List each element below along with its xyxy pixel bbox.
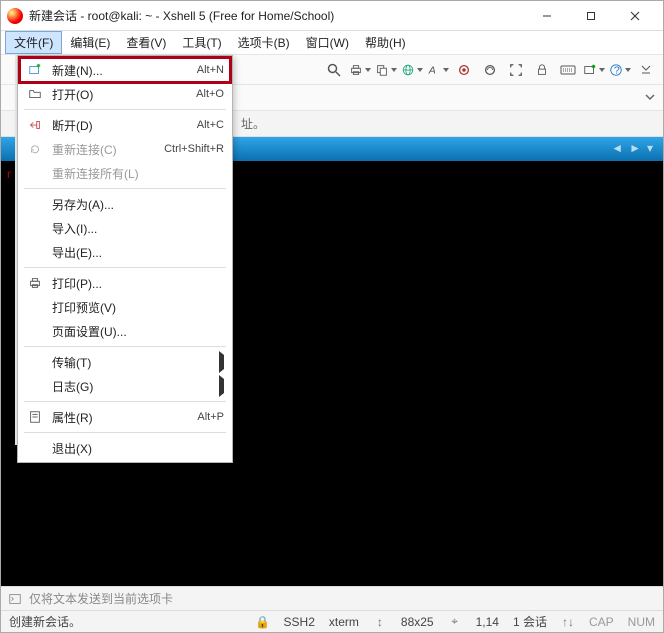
titlebar: 新建会话 - root@kali: ~ - Xshell 5 (Free for… <box>1 1 663 31</box>
font-icon[interactable]: A <box>427 59 449 81</box>
coffee-icon[interactable] <box>453 59 475 81</box>
svg-text:A: A <box>428 64 436 76</box>
resize-icon: ↕ <box>373 615 387 629</box>
properties-icon <box>26 408 44 426</box>
eye-icon[interactable] <box>479 59 501 81</box>
app-icon <box>7 8 23 24</box>
menubar: 文件(F) 编辑(E) 查看(V) 工具(T) 选项卡(B) 窗口(W) 帮助(… <box>1 31 663 55</box>
terminal-prompt: r <box>7 167 11 181</box>
status-rowcols: 88x25 <box>401 615 434 629</box>
menu-item-reconnect: 重新连接(C) Ctrl+Shift+R <box>20 137 230 161</box>
cursor-icon: ⌖ <box>448 615 462 629</box>
menu-item-log[interactable]: 日志(G) <box>20 374 230 398</box>
tab-nav-arrows[interactable]: ◄ ► ▾ <box>611 141 653 155</box>
menu-item-disconnect[interactable]: 断开(D) Alt+C <box>20 113 230 137</box>
print-icon[interactable] <box>349 59 371 81</box>
status-num: NUM <box>628 615 655 629</box>
submenu-arrow-icon <box>219 355 224 369</box>
menu-item-import[interactable]: 导入(I)... <box>20 216 230 240</box>
status-sessions: 1 会话 <box>513 613 547 630</box>
tab-prev-icon[interactable]: ◄ <box>611 141 623 155</box>
command-placeholder: 仅将文本发送到当前选项卡 <box>29 590 173 607</box>
menu-item-properties[interactable]: 属性(R) Alt+P <box>20 405 230 429</box>
tab-menu-icon[interactable]: ▾ <box>647 141 653 155</box>
newsession-icon <box>26 61 44 79</box>
globe-icon[interactable] <box>401 59 423 81</box>
menu-item-open[interactable]: 打开(O) Alt+O <box>20 82 230 106</box>
reconnect-icon <box>26 140 44 158</box>
menu-edit[interactable]: 编辑(E) <box>62 31 118 54</box>
fullscreen-icon[interactable] <box>505 59 527 81</box>
menu-file[interactable]: 文件(F) <box>5 31 62 54</box>
menu-item-transfer[interactable]: 传输(T) <box>20 350 230 374</box>
print-icon <box>26 274 44 292</box>
menu-item-export[interactable]: 导出(E)... <box>20 240 230 264</box>
command-bar[interactable]: 仅将文本发送到当前选项卡 <box>1 586 663 610</box>
app-window: 新建会话 - root@kali: ~ - Xshell 5 (Free for… <box>0 0 664 633</box>
menu-item-exit[interactable]: 退出(X) <box>20 436 230 460</box>
folder-open-icon <box>26 85 44 103</box>
menu-tabs[interactable]: 选项卡(B) <box>230 31 298 54</box>
menu-window[interactable]: 窗口(W) <box>298 31 357 54</box>
signal-icon: ↑↓ <box>561 615 575 629</box>
window-title: 新建会话 - root@kali: ~ - Xshell 5 (Free for… <box>29 7 525 24</box>
file-menu-dropdown: 新建(N)... Alt+N 打开(O) Alt+O 断开(D) Alt+C 重… <box>17 55 233 463</box>
copy-icon[interactable] <box>375 59 397 81</box>
status-cap: CAP <box>589 615 614 629</box>
menu-item-print[interactable]: 打印(P)... <box>20 271 230 295</box>
status-ssh: SSH2 <box>284 615 315 629</box>
tab-next-icon[interactable]: ► <box>629 141 641 155</box>
menu-item-new[interactable]: 新建(N)... Alt+N <box>20 58 230 82</box>
minimize-button[interactable] <box>525 2 569 30</box>
menu-tools[interactable]: 工具(T) <box>174 31 229 54</box>
status-term: xterm <box>329 615 359 629</box>
connection-icon: 🔒 <box>256 615 270 629</box>
svg-text:?: ? <box>614 64 620 76</box>
addtab-icon[interactable] <box>583 59 605 81</box>
chevron-down-icon[interactable] <box>645 91 655 105</box>
menu-item-reconnect-all: 重新连接所有(L) <box>20 161 230 185</box>
menu-item-saveas[interactable]: 另存为(A)... <box>20 192 230 216</box>
menu-help[interactable]: 帮助(H) <box>357 31 414 54</box>
help-icon[interactable]: ? <box>609 59 631 81</box>
menu-item-page-setup[interactable]: 页面设置(U)... <box>20 319 230 343</box>
toolbar-overflow-icon[interactable] <box>635 59 657 81</box>
terminal-icon <box>7 591 23 607</box>
disconnect-icon <box>26 116 44 134</box>
keyboard-icon[interactable] <box>557 59 579 81</box>
statusbar: 创建新会话。 🔒 SSH2 xterm ↕ 88x25 ⌖ 1,14 1 会话 … <box>1 610 663 632</box>
close-button[interactable] <box>613 2 657 30</box>
status-pos: 1,14 <box>476 615 499 629</box>
menu-item-print-preview[interactable]: 打印预览(V) <box>20 295 230 319</box>
search-icon[interactable] <box>323 59 345 81</box>
maximize-button[interactable] <box>569 2 613 30</box>
status-text: 创建新会话。 <box>9 613 81 630</box>
menu-view[interactable]: 查看(V) <box>118 31 174 54</box>
lock-icon[interactable] <box>531 59 553 81</box>
submenu-arrow-icon <box>219 379 224 393</box>
